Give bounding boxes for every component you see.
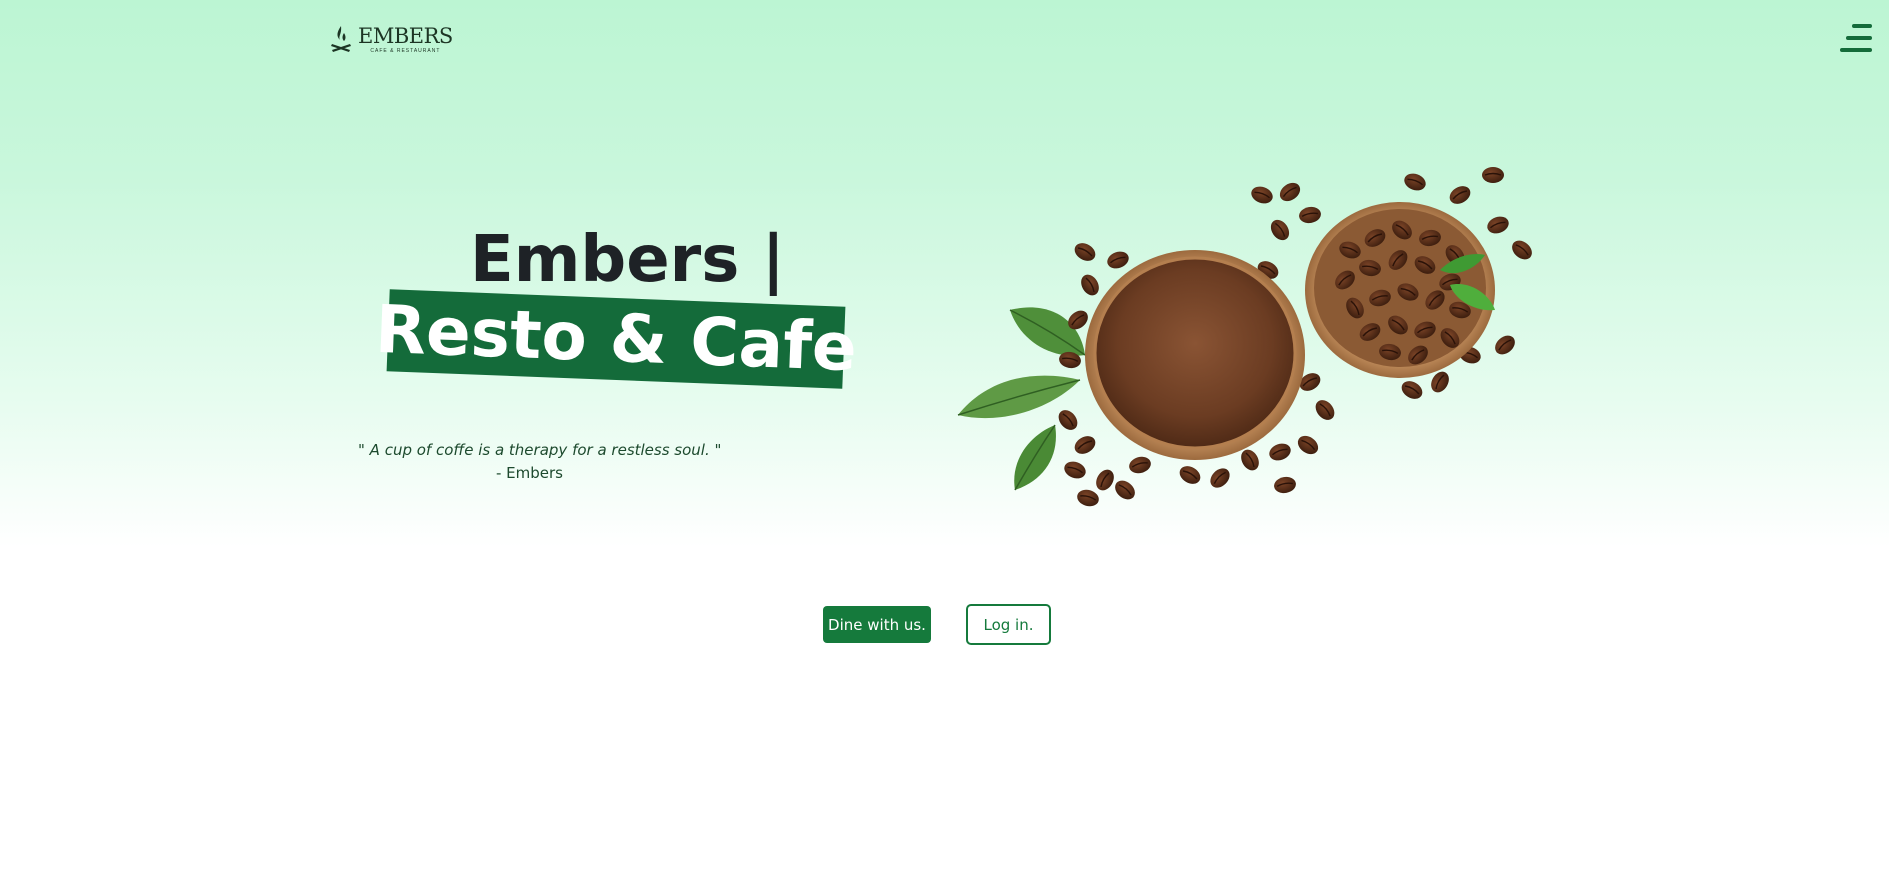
hero-title: Embers | bbox=[470, 223, 785, 297]
login-button[interactable]: Log in. bbox=[966, 604, 1051, 645]
logo-name: EMBERS bbox=[358, 24, 453, 48]
flame-logo-icon bbox=[331, 26, 351, 52]
hamburger-menu-icon[interactable] bbox=[1838, 24, 1872, 52]
hero-quote: " A cup of coffe is a therapy for a rest… bbox=[358, 441, 722, 459]
hero-subtitle: Resto & Cafe bbox=[373, 290, 859, 387]
quote-author: - Embers bbox=[496, 464, 564, 482]
site-logo[interactable]: EMBERS CAFE & RESTAURANT bbox=[328, 24, 453, 56]
logo-tagline: CAFE & RESTAURANT bbox=[370, 48, 441, 54]
hero-subtitle-banner: Resto & Cafe bbox=[374, 289, 858, 389]
coffee-beans-image bbox=[957, 166, 1537, 510]
logo-text: EMBERS CAFE & RESTAURANT bbox=[358, 24, 453, 54]
dine-with-us-button[interactable]: Dine with us. bbox=[823, 606, 931, 643]
